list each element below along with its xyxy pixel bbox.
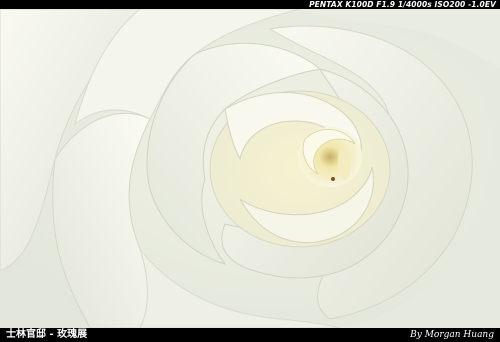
rose-illustration <box>0 9 500 328</box>
rose-photo <box>0 9 500 328</box>
camera-info-caption: PENTAX K100D F1.9 1/4000s ISO200 -1.0EV <box>309 0 496 9</box>
location-title-caption: 士林官邸 - 玫瑰展 <box>6 329 88 340</box>
photo-frame: PENTAX K100D F1.9 1/4000s ISO200 -1.0EV <box>0 0 500 342</box>
photographer-signature: By Morgan Huang <box>410 330 494 340</box>
